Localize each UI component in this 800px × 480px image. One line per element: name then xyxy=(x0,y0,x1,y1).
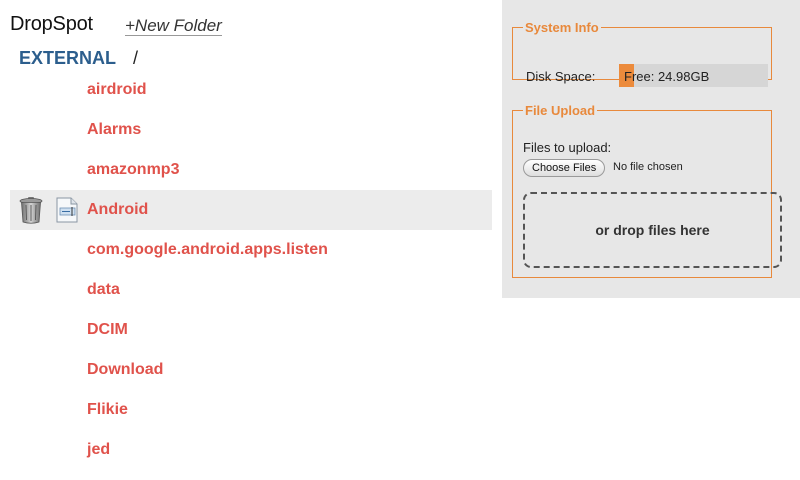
file-link[interactable]: data xyxy=(87,281,120,299)
file-row-selected: Android xyxy=(10,190,492,230)
file-row: com.google.android.apps.listen xyxy=(10,230,492,270)
file-list: airdroid Alarms amazonmp3 Android com.go… xyxy=(10,70,492,470)
new-folder-link[interactable]: +New Folder xyxy=(125,16,222,36)
file-row: Alarms xyxy=(10,110,492,150)
file-upload-legend: File Upload xyxy=(525,103,596,118)
file-link[interactable]: Alarms xyxy=(87,121,141,139)
right-pane: System Info Disk Space: Free: 24.98GB Fi… xyxy=(502,0,800,298)
file-row: Flikie xyxy=(10,390,492,430)
file-row: airdroid xyxy=(10,70,492,110)
app-title: DropSpot xyxy=(10,13,93,35)
drop-zone-label: or drop files here xyxy=(595,222,710,238)
no-file-chosen-text: No file chosen xyxy=(613,161,683,173)
system-info-legend: System Info xyxy=(525,20,599,35)
file-link[interactable]: airdroid xyxy=(87,81,147,99)
disk-free-text: Free: 24.98GB xyxy=(624,69,710,84)
file-link[interactable]: Flikie xyxy=(87,401,128,419)
drop-zone[interactable]: or drop files here xyxy=(523,192,782,268)
disk-space-bar: Free: 24.98GB xyxy=(619,64,768,87)
file-row: amazonmp3 xyxy=(10,150,492,190)
file-link[interactable]: DCIM xyxy=(87,321,128,339)
file-link[interactable]: Download xyxy=(87,361,163,379)
file-row: data xyxy=(10,270,492,310)
disk-space-label: Disk Space: xyxy=(526,69,596,84)
breadcrumb-root[interactable]: EXTERNAL xyxy=(19,48,116,69)
file-link[interactable]: com.google.android.apps.listen xyxy=(87,241,328,259)
file-link[interactable]: Android xyxy=(87,201,148,219)
choose-files-button[interactable]: Choose Files xyxy=(523,159,606,177)
file-row: DCIM xyxy=(10,310,492,350)
breadcrumb-separator: / xyxy=(133,48,139,68)
file-row: Download xyxy=(10,350,492,390)
row-actions xyxy=(18,196,80,224)
file-link[interactable]: amazonmp3 xyxy=(87,161,179,179)
file-link[interactable]: jed xyxy=(87,441,110,459)
rename-icon[interactable] xyxy=(54,196,80,224)
trash-icon[interactable] xyxy=(18,196,44,224)
system-info-panel: System Info Disk Space: Free: 24.98GB xyxy=(512,20,772,87)
file-row: jed xyxy=(10,430,492,470)
breadcrumb: EXTERNAL / xyxy=(19,48,138,69)
file-upload-panel: File Upload Files to upload: Choose File… xyxy=(512,103,782,278)
files-to-upload-label: Files to upload: xyxy=(523,140,612,155)
